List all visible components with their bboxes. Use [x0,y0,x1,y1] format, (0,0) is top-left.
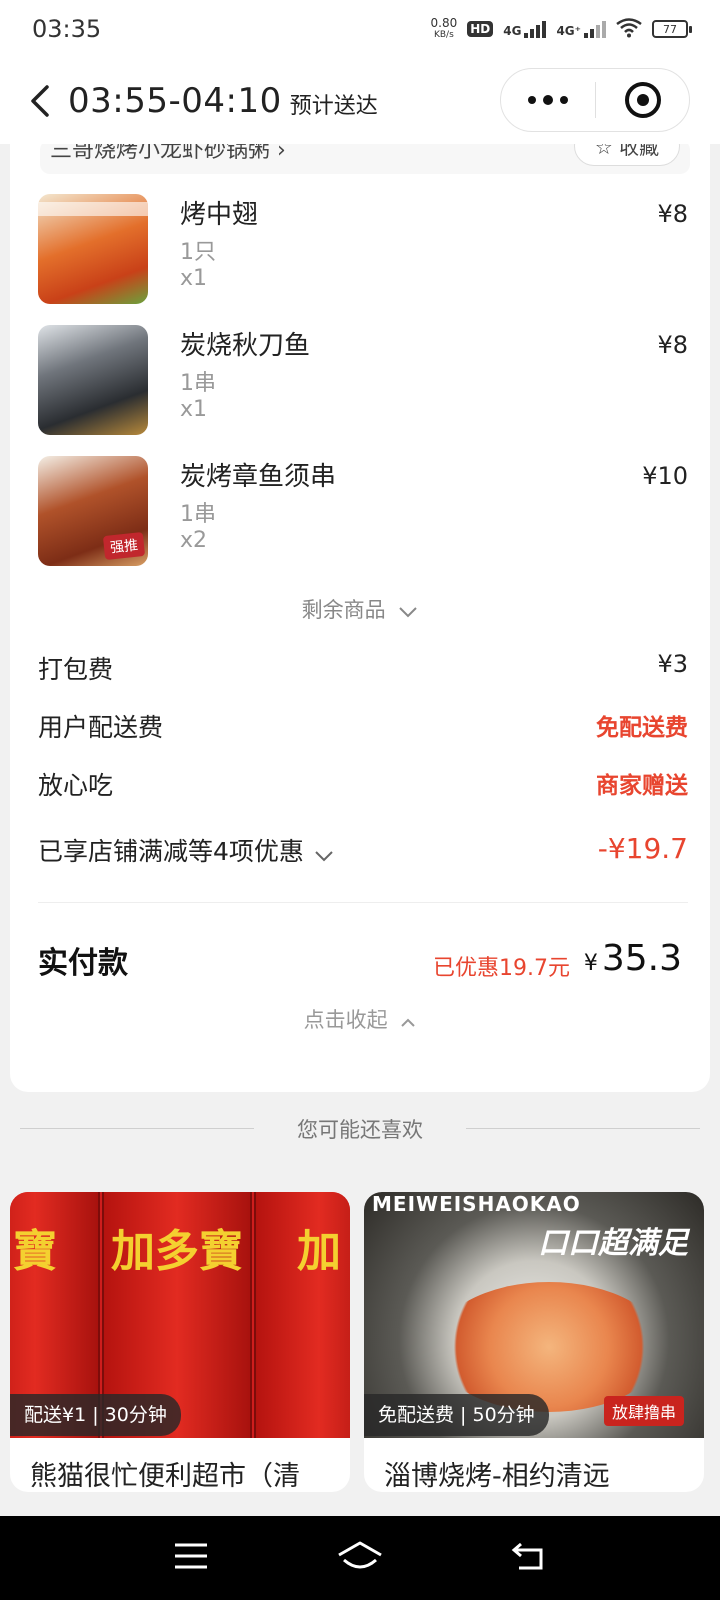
hd-icon: HD [467,21,494,37]
packing-fee-row: 打包费 ¥3 [38,650,688,690]
order-card: 三哥烧烤小龙虾砂锅粥 › ☆ 收藏 烤中翅 1只 x1 ¥8 炭烧秋刀鱼 1串 … [10,120,710,1092]
home-icon[interactable] [336,1540,384,1576]
nav-bar: 03:55-04:10 预计送达 [0,58,720,144]
safe-eat-value: 商家赠送 [596,773,688,799]
item-thumbnail [38,194,148,304]
item-quantity: x2 [180,528,208,553]
more-goods-toggle[interactable]: 剩余商品 [10,594,710,624]
store-name[interactable]: 淄博烧烤-相约清远 [384,1454,694,1492]
item-quantity: x1 [180,397,208,422]
chevron-down-icon [314,839,334,868]
more-goods-label[interactable]: 剩余商品 [302,598,386,622]
recommend-header: 您可能还喜欢 [0,1112,720,1144]
chevron-down-icon [398,599,418,623]
promo-stamp: 放肆撸串 [603,1396,684,1426]
discount-row[interactable]: 已享店铺满减等4项优惠 -¥19.7 [38,832,688,872]
item-thumbnail [38,325,148,435]
delivery-badge: 配送¥1 | 30分钟 [10,1394,181,1436]
collapse-label[interactable]: 点击收起 [304,1008,388,1032]
menu-icon[interactable] [173,1542,209,1574]
discount-label[interactable]: 已享店铺满减等4项优惠 [38,832,334,868]
item-spec: 1串 [180,371,216,396]
divider [38,902,688,903]
delivery-time: 03:55-04:10 [68,81,282,121]
order-item[interactable]: 烤中翅 1只 x1 ¥8 [38,194,688,306]
battery-icon: 77 [652,20,692,38]
item-price: ¥8 [657,331,688,359]
promo-slogan: 口口超满足 [538,1226,688,1261]
packing-fee-value: ¥3 [657,650,688,678]
order-item[interactable]: 炭烧秋刀鱼 1串 x1 ¥8 [38,325,688,437]
status-bar: 03:35 0.80 KB/s HD 4G 4G⁺ 77 [0,0,720,58]
back-arrow-icon[interactable] [20,81,60,121]
order-item[interactable]: 强推 炭烤章鱼须串 1串 x2 ¥10 [38,456,688,568]
packing-fee-label: 打包费 [38,655,114,684]
more-menu-button[interactable] [501,95,595,105]
recommend-card[interactable]: 寶 加多寶 加 配送¥1 | 30分钟 熊猫很忙便利超市（清 [10,1192,350,1492]
item-thumbnail: 强推 [38,456,148,566]
wifi-icon [616,17,642,41]
store-row[interactable]: 三哥烧烤小龙虾砂锅粥 › ☆ 收藏 [40,140,690,174]
delivery-fee-value: 免配送费 [596,715,688,741]
recommend-tag: 强推 [102,531,146,561]
divider [466,1128,700,1129]
status-time: 03:35 [32,15,102,43]
close-miniapp-button[interactable] [596,82,689,118]
item-price: ¥10 [642,462,688,490]
status-icons: 0.80 KB/s HD 4G 4G⁺ 77 [430,16,692,41]
item-name: 炭烧秋刀鱼 [180,331,311,361]
safe-eat-row: 放心吃 商家赠送 [38,766,688,806]
recommend-title: 您可能还喜欢 [297,1118,423,1142]
delivery-badge: 免配送费 | 50分钟 [364,1394,549,1436]
delivery-fee-label: 用户配送费 [38,713,164,742]
item-price: ¥8 [657,200,688,228]
delivery-fee-row: 用户配送费 免配送费 [38,708,688,748]
back-icon[interactable] [511,1541,547,1575]
safe-eat-label: 放心吃 [38,771,114,800]
system-nav-bar [0,1516,720,1600]
miniapp-capsule [500,68,690,132]
chevron-up-icon [400,1009,416,1033]
item-name: 烤中翅 [180,200,259,230]
delivery-label: 预计送达 [289,94,378,119]
signal-1-icon: 4G [503,20,547,38]
item-spec: 1串 [180,502,216,527]
total-saved: 已优惠19.7元 [433,956,570,981]
target-icon [624,82,661,118]
total-amount: ¥35.3 [583,938,682,979]
item-spec: 1只 [180,240,216,265]
signal-2-icon: 4G⁺ [556,20,606,38]
store-name[interactable]: 熊猫很忙便利超市（清 [30,1454,340,1492]
discount-value: -¥19.7 [597,832,688,865]
net-speed: 0.80 KB/s [430,16,458,40]
recommend-card[interactable]: MEIWEISHAOKAO 口口超满足 放肆撸串 免配送费 | 50分钟 淄博烧… [364,1192,704,1492]
item-name: 炭烤章鱼须串 [180,462,337,492]
collapse-toggle[interactable]: 点击收起 [10,1004,710,1034]
item-quantity: x1 [180,266,208,291]
total-label: 实付款 [38,946,128,981]
